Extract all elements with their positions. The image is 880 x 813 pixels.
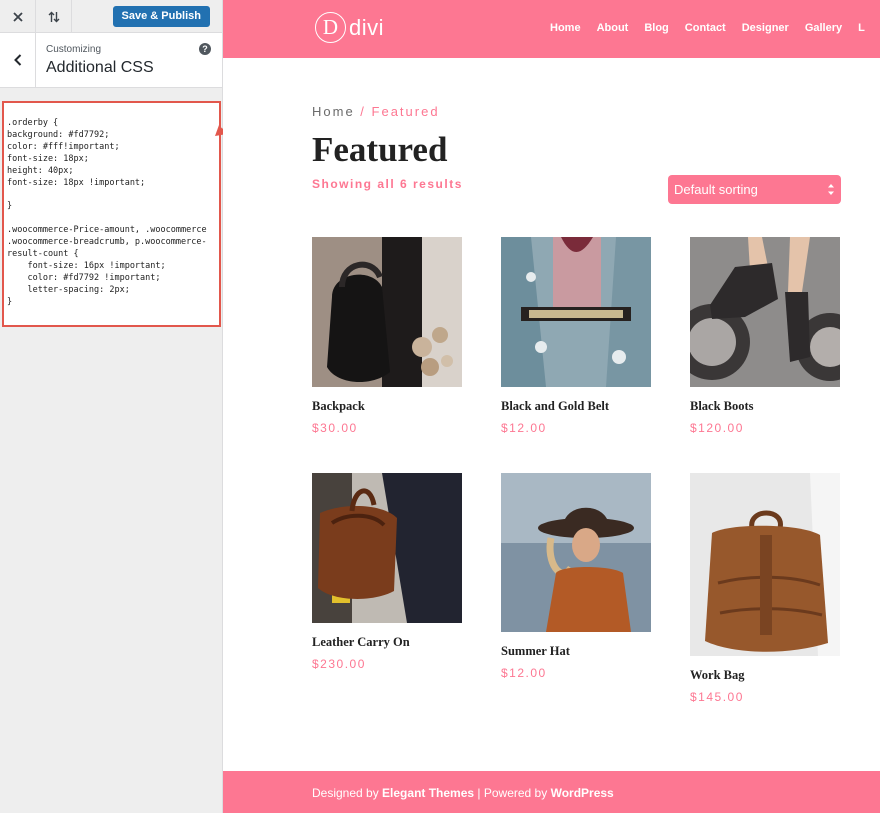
footer-powered: | Powered by [474, 786, 551, 800]
breadcrumb: Home / Featured [312, 104, 440, 119]
product-name[interactable]: Leather Carry On [312, 635, 462, 650]
breadcrumb-sep: / [354, 104, 372, 119]
main-nav: Home About Blog Contact Designer Gallery… [550, 22, 880, 34]
nav-gallery[interactable]: Gallery [805, 22, 842, 34]
logo-mark: D [315, 12, 346, 43]
sort-select[interactable]: Default sorting [668, 175, 841, 204]
sort-select-value: Default sorting [674, 182, 758, 197]
footer-wordpress-link[interactable]: WordPress [551, 786, 614, 800]
site-header: D divi Home About Blog Contact Designer … [223, 0, 880, 58]
close-icon [12, 11, 23, 22]
back-button[interactable] [0, 33, 36, 87]
site-footer: Designed by Elegant Themes | Powered by … [223, 771, 880, 813]
product-image-carry-on[interactable] [312, 473, 462, 623]
product-price: $30.00 [312, 421, 358, 435]
product-price: $230.00 [312, 657, 366, 671]
product-card-carry-on[interactable]: Leather Carry On $230.00 [312, 473, 462, 671]
product-image-backpack[interactable] [312, 237, 462, 387]
site-preview: D divi Home About Blog Contact Designer … [223, 0, 880, 813]
nav-home[interactable]: Home [550, 22, 581, 34]
section-title: Additional CSS [46, 59, 154, 76]
product-card-backpack[interactable]: Backpack $30.00 [312, 237, 462, 435]
product-name[interactable]: Black and Gold Belt [501, 399, 651, 414]
customizer-topbar: Save & Publish [0, 0, 222, 33]
product-price: $120.00 [690, 421, 744, 435]
product-price: $12.00 [501, 421, 547, 435]
chevron-left-icon [13, 54, 21, 66]
nav-designer[interactable]: Designer [742, 22, 789, 34]
device-toggle-icon [48, 11, 59, 22]
product-card-work-bag[interactable]: Work Bag $145.00 [690, 473, 840, 704]
select-arrows-icon [828, 184, 834, 195]
help-icon[interactable]: ? [199, 43, 211, 55]
product-name[interactable]: Backpack [312, 399, 462, 414]
nav-blog[interactable]: Blog [644, 22, 668, 34]
product-name[interactable]: Work Bag [690, 668, 840, 683]
page-title: Featured [312, 130, 448, 169]
breadcrumb-current: Featured [371, 104, 440, 119]
product-image-summer-hat[interactable] [501, 473, 651, 632]
result-count: Showing all 6 results [312, 177, 463, 191]
product-image-work-bag[interactable] [690, 473, 840, 656]
nav-contact[interactable]: Contact [685, 22, 726, 34]
product-image-boots[interactable] [690, 237, 840, 387]
footer-credits: Designed by Elegant Themes | Powered by … [312, 786, 614, 800]
product-price: $12.00 [501, 666, 547, 680]
product-image-belt[interactable] [501, 237, 651, 387]
product-card-boots[interactable]: Black Boots $120.00 [690, 237, 840, 435]
site-logo[interactable]: D divi [315, 12, 384, 43]
customizer-sidebar: Save & Publish Customizing Additional CS… [0, 0, 223, 813]
nav-more[interactable]: L [858, 22, 865, 34]
device-toggle-button[interactable] [36, 0, 72, 33]
breadcrumb-home[interactable]: Home [312, 104, 355, 119]
product-price: $145.00 [690, 690, 744, 704]
product-name[interactable]: Summer Hat [501, 644, 651, 659]
nav-about[interactable]: About [597, 22, 629, 34]
section-subtitle: Customizing [46, 44, 102, 55]
save-publish-button[interactable]: Save & Publish [112, 6, 210, 27]
footer-designed-by: Designed by [312, 786, 383, 800]
product-name[interactable]: Black Boots [690, 399, 840, 414]
product-card-summer-hat[interactable]: Summer Hat $12.00 [501, 473, 651, 680]
logo-text: divi [349, 14, 385, 40]
section-header: Customizing Additional CSS ? [0, 33, 222, 88]
additional-css-editor[interactable]: .orderby { background: #fd7792; color: #… [2, 101, 221, 327]
close-button[interactable] [0, 0, 36, 33]
footer-elegant-link[interactable]: Elegant Themes [382, 786, 474, 800]
product-card-belt[interactable]: Black and Gold Belt $12.00 [501, 237, 651, 435]
